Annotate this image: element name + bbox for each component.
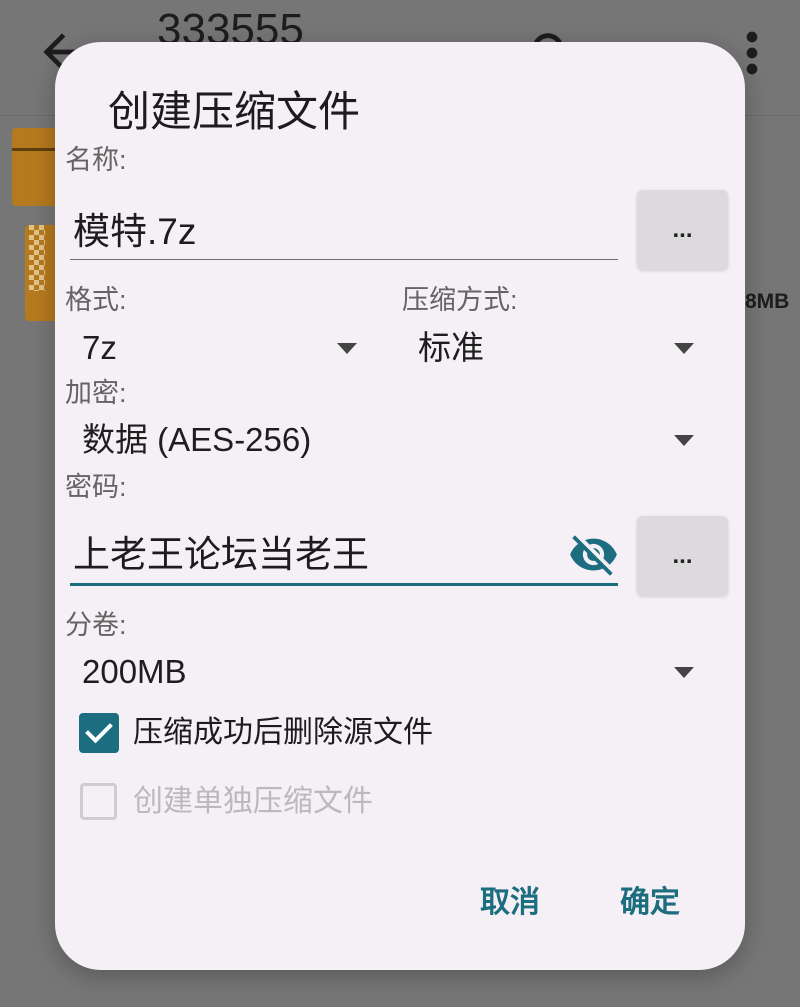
split-volume-value: 200MB: [82, 653, 187, 690]
dropdown-arrow-icon: [674, 343, 694, 354]
separate-archives-label: 创建单独压缩文件: [133, 785, 373, 818]
create-archive-dialog: 创建压缩文件 名称: ... 格式: 压缩方式: 7z 标准 加密: 数据 (A…: [55, 42, 745, 970]
confirm-button[interactable]: 确定: [605, 878, 695, 928]
format-label: 格式:: [65, 285, 127, 315]
delete-source-label: 压缩成功后删除源文件: [133, 716, 433, 749]
split-volume-dropdown[interactable]: 200MB: [70, 648, 700, 696]
format-value: 7z: [82, 329, 117, 366]
password-input[interactable]: [73, 533, 553, 577]
separate-archives-checkbox[interactable]: [80, 783, 117, 820]
name-label: 名称:: [65, 145, 127, 175]
file-size: 8MB: [745, 290, 790, 313]
delete-source-option[interactable]: 压缩成功后删除源文件: [79, 713, 509, 753]
compression-method-value: 标准: [418, 329, 484, 366]
dropdown-arrow-icon: [337, 343, 357, 354]
name-input[interactable]: [73, 210, 613, 254]
separate-archives-option[interactable]: 创建单独压缩文件: [79, 783, 509, 821]
encryption-label: 加密:: [65, 378, 127, 408]
split-volume-label: 分卷:: [65, 610, 127, 640]
name-field[interactable]: [70, 210, 618, 260]
password-field[interactable]: [70, 533, 618, 586]
compression-method-label: 压缩方式:: [402, 285, 518, 315]
name-browse-button[interactable]: ...: [637, 190, 728, 270]
cancel-button[interactable]: 取消: [465, 878, 555, 928]
check-icon: [85, 723, 113, 744]
password-label: 密码:: [65, 472, 127, 502]
password-browse-button[interactable]: ...: [637, 516, 728, 596]
dropdown-arrow-icon: [674, 667, 694, 678]
encryption-dropdown[interactable]: 数据 (AES-256): [70, 416, 700, 464]
zipper-pattern: [29, 225, 45, 291]
visibility-off-icon[interactable]: [568, 529, 619, 580]
format-dropdown[interactable]: 7z: [70, 324, 365, 372]
compression-method-dropdown[interactable]: 标准: [405, 324, 700, 372]
dropdown-arrow-icon: [674, 435, 694, 446]
delete-source-checkbox[interactable]: [79, 713, 119, 753]
dialog-title: 创建压缩文件: [108, 88, 361, 135]
encryption-value: 数据 (AES-256): [82, 421, 312, 458]
